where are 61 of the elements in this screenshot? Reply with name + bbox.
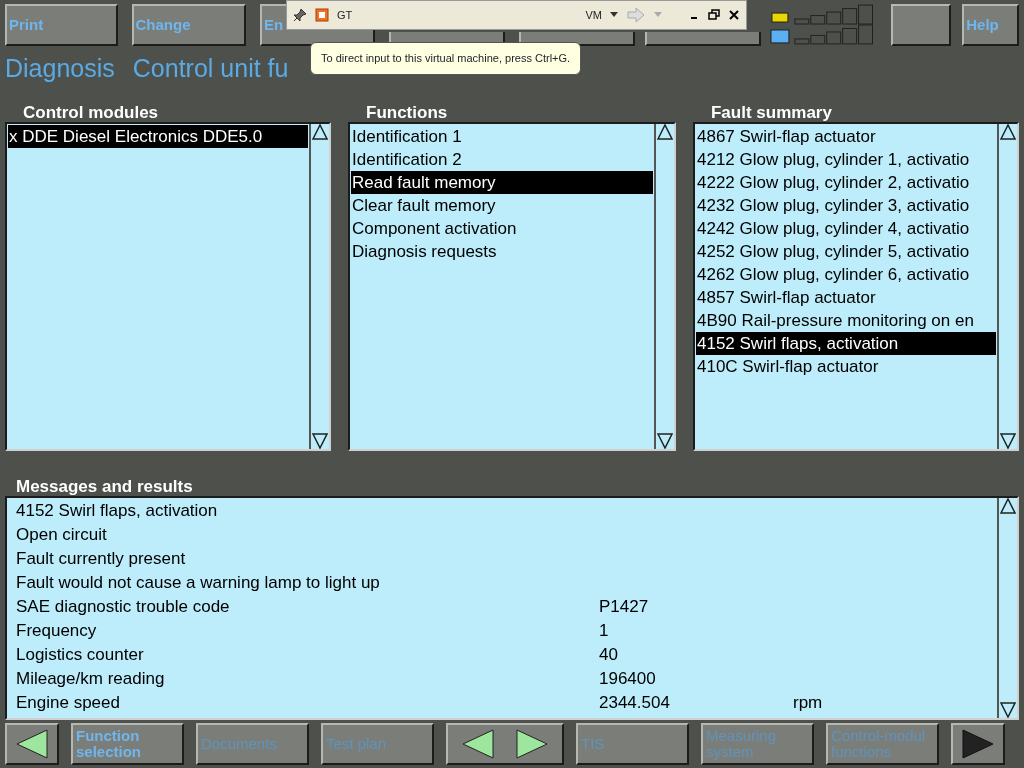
restore-icon[interactable] [708, 9, 720, 21]
message-unit: rpm [793, 692, 823, 714]
list-item[interactable]: 4152 Swirl flaps, activation [696, 332, 996, 355]
back-button[interactable] [5, 723, 59, 765]
caret-icon[interactable] [610, 12, 618, 18]
panel-title: Fault summary [710, 102, 833, 122]
message-label: Frequency [16, 620, 98, 642]
left-arrow-icon[interactable] [461, 729, 495, 759]
forward-button[interactable] [951, 723, 1005, 765]
message-value: 40 [599, 644, 619, 666]
message-label: Logistics counter [16, 644, 145, 666]
vm-title: GT [337, 7, 353, 23]
app-icon [315, 8, 329, 22]
message-label: Fault currently present [16, 548, 186, 570]
message-label: Engine speed [16, 692, 121, 714]
message-value: 1 [599, 620, 610, 642]
list-item[interactable]: Component activation [351, 217, 653, 240]
scroll-up-icon[interactable] [657, 124, 673, 140]
list-item[interactable]: Diagnosis requests [351, 240, 653, 263]
scroll-down-icon[interactable] [1000, 702, 1016, 718]
panel-title: Messages and results [15, 476, 194, 496]
message-label: 4152 Swirl flaps, activation [16, 500, 218, 522]
message-label: Fault would not cause a warning lamp to light up [16, 572, 380, 594]
message-label: SAE diagnostic trouble code [16, 596, 231, 618]
list-item[interactable]: 4867 Swirl-flap actuator [696, 125, 996, 148]
page-title: Diagnosis [5, 53, 115, 84]
list-item[interactable]: Read fault memory [351, 171, 653, 194]
scroll-up-icon[interactable] [1000, 124, 1016, 140]
list-item[interactable]: x DDE Diesel Electronics DDE5.0 [8, 125, 308, 148]
panel-title: Control modules [22, 102, 160, 122]
right-arrow-icon[interactable] [515, 729, 549, 759]
list-item[interactable]: 4242 Glow plug, cylinder 4, activatio [696, 217, 996, 240]
list-item[interactable]: 4B90 Rail-pressure monitoring on en [696, 309, 996, 332]
page-title: Control unit fu [132, 53, 289, 84]
message-label: Open circuit [16, 524, 107, 546]
list-item[interactable]: 4252 Glow plug, cylinder 5, activatio [696, 240, 996, 263]
close-icon[interactable] [728, 9, 740, 21]
scroll-up-icon[interactable] [312, 124, 328, 140]
list-item[interactable]: 4857 Swirl-flap actuator [696, 286, 996, 309]
list-item[interactable]: Identification 2 [351, 148, 653, 171]
pin-icon[interactable] [293, 8, 307, 22]
scroll-down-icon[interactable] [657, 433, 673, 449]
list-item[interactable]: 4232 Glow plug, cylinder 3, activatio [696, 194, 996, 217]
vm-menu[interactable]: VM [585, 6, 602, 24]
list-item[interactable]: 4222 Glow plug, cylinder 2, activatio [696, 171, 996, 194]
list-item[interactable]: Clear fault memory [351, 194, 653, 217]
message-value: P1427 [599, 596, 650, 618]
scroll-down-icon[interactable] [1000, 433, 1016, 449]
right-arrow-icon [961, 729, 995, 759]
message-value: 2344.504 [599, 692, 671, 714]
scroll-down-icon[interactable] [312, 433, 328, 449]
list-item[interactable]: 4262 Glow plug, cylinder 6, activatio [696, 263, 996, 286]
scroll-up-icon[interactable] [1000, 498, 1016, 514]
list-item[interactable]: 4212 Glow plug, cylinder 1, activatio [696, 148, 996, 171]
left-arrow-icon [15, 729, 49, 759]
tooltip: To direct input to this virtual machine, press Ctrl+G. [310, 42, 582, 75]
list-item[interactable]: 410C Swirl-flap actuator [696, 355, 996, 378]
message-label: Mileage/km reading [16, 668, 166, 690]
list-item[interactable]: Identification 1 [351, 125, 653, 148]
message-value: 196400 [599, 668, 657, 690]
panel-title: Functions [365, 102, 449, 122]
